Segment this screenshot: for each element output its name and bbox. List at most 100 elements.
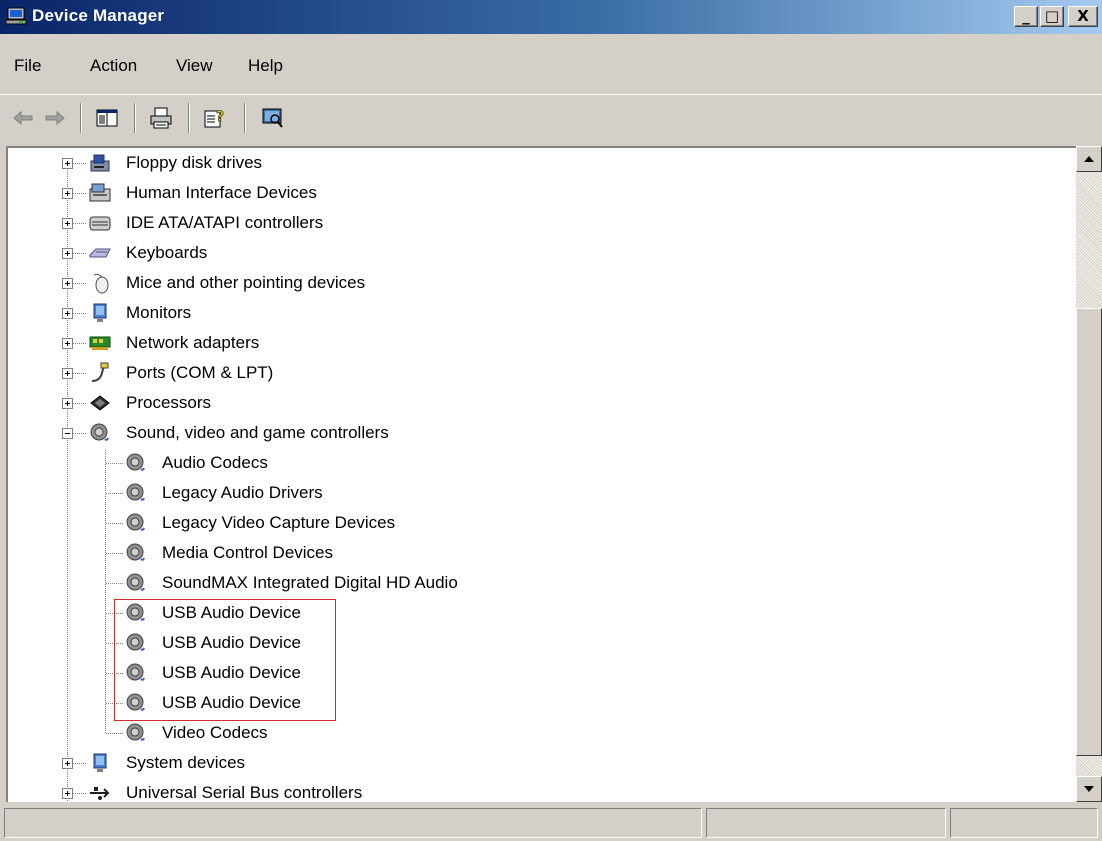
scan-hardware-icon — [262, 108, 283, 128]
expand-toggle[interactable] — [62, 398, 73, 409]
print-icon — [150, 107, 172, 129]
tree-item-label[interactable]: Video Codecs — [162, 719, 268, 747]
port-icon — [91, 362, 109, 382]
expand-toggle[interactable] — [62, 368, 73, 379]
menu-action[interactable]: Action — [90, 56, 137, 76]
ide-controller-icon — [89, 216, 111, 231]
forward-button[interactable] — [40, 105, 70, 131]
status-pane-right — [950, 808, 1098, 838]
processor-icon — [90, 395, 110, 411]
device-tree[interactable]: Floppy disk drives Human Interface Devic… — [6, 146, 1102, 802]
tree-item-label[interactable]: Audio Codecs — [162, 449, 268, 477]
tree-connector — [73, 373, 87, 374]
tree-connector — [106, 523, 124, 524]
tree-item-label[interactable]: Legacy Video Capture Devices — [162, 509, 395, 537]
properties-help-button[interactable]: ? — [198, 105, 232, 131]
svg-text:?: ? — [216, 109, 224, 125]
expand-toggle[interactable] — [62, 158, 73, 169]
tree-connector — [73, 253, 87, 254]
tree-item-label[interactable]: System devices — [126, 749, 245, 777]
tree-item-label[interactable]: Sound, video and game controllers — [126, 419, 389, 447]
tree-connector — [73, 343, 87, 344]
maximize-icon: □ — [1044, 7, 1060, 25]
tree-item-label[interactable]: Universal Serial Bus controllers — [126, 779, 362, 802]
expand-toggle[interactable] — [62, 338, 73, 349]
device-manager-icon — [6, 7, 27, 25]
close-button[interactable]: X — [1068, 6, 1098, 27]
back-button[interactable] — [8, 105, 38, 131]
minimize-button[interactable]: _ — [1014, 6, 1038, 27]
arrow-down-icon — [1084, 786, 1094, 792]
menu-bar: File Action View Help — [0, 34, 1102, 95]
tree-connector — [73, 313, 87, 314]
scroll-up-button[interactable] — [1076, 146, 1102, 172]
tree-item-label[interactable]: IDE ATA/ATAPI controllers — [126, 209, 323, 237]
forward-arrow-icon — [45, 110, 65, 126]
back-arrow-icon — [13, 110, 33, 126]
print-button[interactable] — [144, 105, 178, 131]
toolbar-separator — [244, 103, 246, 133]
tree-connector — [106, 493, 124, 494]
menu-view[interactable]: View — [176, 56, 213, 76]
title-bar[interactable]: Device Manager _ □ X — [0, 0, 1102, 34]
tree-connector — [73, 403, 87, 404]
floppy-drive-icon — [90, 154, 110, 172]
tree-item-label[interactable]: Mice and other pointing devices — [126, 269, 365, 297]
expand-toggle[interactable] — [62, 788, 73, 799]
tree-connector — [73, 433, 87, 434]
scroll-thumb[interactable] — [1076, 308, 1102, 756]
tree-connector — [106, 553, 124, 554]
expand-toggle[interactable] — [62, 308, 73, 319]
network-adapter-icon — [89, 336, 111, 350]
tree-connector — [73, 763, 87, 764]
tree-connector — [73, 163, 87, 164]
tree-item-label[interactable]: Keyboards — [126, 239, 207, 267]
tree-item-label[interactable]: Legacy Audio Drivers — [162, 479, 323, 507]
status-pane-middle — [706, 808, 946, 838]
scan-hardware-button[interactable] — [256, 105, 290, 131]
speaker-icon — [126, 723, 145, 741]
tree-connector — [73, 193, 87, 194]
minimize-icon: _ — [1022, 7, 1030, 25]
tree-connector — [73, 223, 87, 224]
tree-item-label[interactable]: Floppy disk drives — [126, 149, 262, 177]
menu-file[interactable]: File — [14, 56, 41, 76]
speaker-icon — [126, 543, 145, 561]
show-hide-console-tree-icon — [96, 109, 118, 127]
arrow-up-icon — [1084, 156, 1094, 162]
help-properties-icon: ? — [204, 109, 224, 128]
tree-connector — [73, 283, 87, 284]
status-bar — [0, 804, 1102, 841]
toolbar-separator — [188, 103, 190, 133]
speaker-icon — [90, 423, 109, 441]
tree-item-label[interactable]: Processors — [126, 389, 211, 417]
tree-item-label[interactable]: Media Control Devices — [162, 539, 333, 567]
monitor-icon — [93, 303, 107, 322]
hid-icon — [89, 183, 111, 202]
tree-item-label[interactable]: SoundMAX Integrated Digital HD Audio — [162, 569, 458, 597]
collapse-toggle[interactable] — [62, 428, 73, 439]
expand-toggle[interactable] — [62, 758, 73, 769]
expand-toggle[interactable] — [62, 188, 73, 199]
menu-help[interactable]: Help — [248, 56, 283, 76]
tree-connector — [106, 463, 124, 464]
tree-item-label[interactable]: Network adapters — [126, 329, 259, 357]
system-device-icon — [93, 753, 107, 772]
tree-item-label[interactable]: Human Interface Devices — [126, 179, 317, 207]
vertical-scrollbar[interactable] — [1076, 146, 1102, 802]
highlight-box — [114, 599, 336, 721]
show-hide-tree-button[interactable] — [90, 105, 124, 131]
expand-toggle[interactable] — [62, 248, 73, 259]
tree-item-label[interactable]: Monitors — [126, 299, 191, 327]
tree-connector — [73, 793, 87, 794]
toolbar: ? — [0, 94, 1102, 145]
mouse-icon — [93, 273, 109, 294]
keyboard-icon — [89, 248, 111, 258]
window-title: Device Manager — [32, 6, 165, 25]
maximize-button[interactable]: □ — [1040, 6, 1064, 27]
expand-toggle[interactable] — [62, 218, 73, 229]
tree-item-label[interactable]: Ports (COM & LPT) — [126, 359, 273, 387]
expand-toggle[interactable] — [62, 278, 73, 289]
status-pane-main — [4, 808, 702, 838]
scroll-down-button[interactable] — [1076, 776, 1102, 802]
